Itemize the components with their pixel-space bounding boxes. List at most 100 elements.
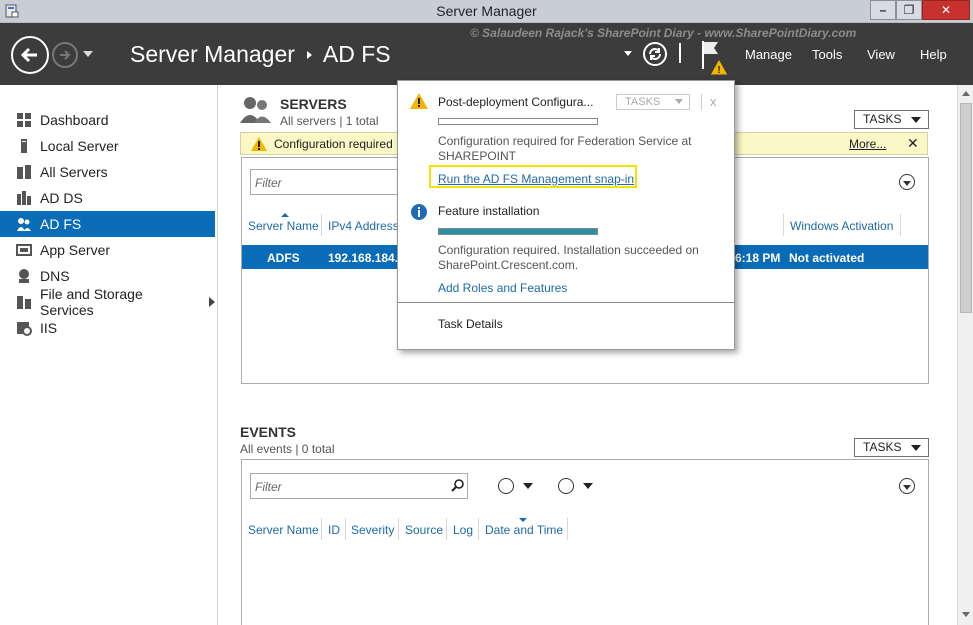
arrow-left-icon xyxy=(20,47,37,63)
popup-tasks-button[interactable]: TASKS xyxy=(616,94,690,110)
sidebar-item-dashboard[interactable]: Dashboard xyxy=(0,107,215,133)
storage-icon xyxy=(16,294,32,310)
breadcrumb: Server Manager AD FS xyxy=(130,41,391,68)
breadcrumb-root[interactable]: Server Manager xyxy=(130,41,295,68)
servers-title: SERVERS xyxy=(280,96,347,112)
chevron-down-icon xyxy=(675,99,683,104)
watermark: © Salaudeen Rajack's SharePoint Diary - … xyxy=(470,26,857,40)
iis-icon xyxy=(16,320,32,336)
servers-expand-icon[interactable] xyxy=(899,174,915,190)
title-bar: Server Manager – ❐ ✕ xyxy=(0,0,973,23)
feature-installation-title: Feature installation xyxy=(438,204,540,218)
dismiss-warning-button[interactable]: ✕ xyxy=(907,135,919,152)
feature-installation-progress xyxy=(438,228,598,235)
warning-icon xyxy=(410,93,428,109)
more-link[interactable]: More... xyxy=(849,137,886,151)
menu-view[interactable]: View xyxy=(867,47,895,62)
post-deployment-title: Post-deployment Configura... xyxy=(438,95,594,109)
popup-close-button[interactable]: x xyxy=(710,94,717,109)
sidebar-item-label: File and Storage Services xyxy=(40,286,143,318)
arrow-right-icon xyxy=(60,50,71,60)
sidebar-item-app-server[interactable]: App Server xyxy=(0,237,215,263)
column-server-name[interactable]: Server Name xyxy=(248,523,319,537)
task-details-link[interactable]: Task Details xyxy=(438,317,503,331)
breadcrumb-current: AD FS xyxy=(322,41,391,67)
feature-installation-text: Configuration required. Installation suc… xyxy=(438,243,699,272)
sidebar-item-all-servers[interactable]: All Servers xyxy=(0,159,215,185)
back-button[interactable] xyxy=(11,36,49,74)
chevron-right-icon[interactable] xyxy=(209,297,215,307)
scroll-thumb[interactable] xyxy=(960,103,972,313)
servers-tasks-button[interactable]: TASKS xyxy=(854,110,929,129)
column-log[interactable]: Log xyxy=(453,523,473,537)
scroll-down-icon[interactable] xyxy=(962,612,970,617)
column-divider xyxy=(345,518,346,540)
column-date-time[interactable]: Date and Time xyxy=(485,523,563,537)
column-divider xyxy=(398,518,399,540)
column-divider xyxy=(446,518,447,540)
cell-ipv4: 192.168.184.1 xyxy=(328,251,405,265)
server-icon xyxy=(16,138,32,154)
tasks-label: TASKS xyxy=(863,440,902,454)
app-server-icon xyxy=(16,242,32,258)
menu-help[interactable]: Help xyxy=(920,47,947,62)
column-ipv4[interactable]: IPv4 Address xyxy=(328,219,399,233)
column-divider xyxy=(478,518,479,540)
close-button[interactable]: ✕ xyxy=(922,0,970,20)
sidebar-item-local-server[interactable]: Local Server xyxy=(0,133,215,159)
list-view-icon[interactable] xyxy=(498,478,514,494)
events-expand-icon[interactable] xyxy=(899,478,915,494)
list-view-dropdown-icon[interactable] xyxy=(523,483,533,489)
servers-subtitle: All servers | 1 total xyxy=(280,114,379,128)
menu-manage[interactable]: Manage xyxy=(745,47,792,62)
column-windows-activation[interactable]: Windows Activation xyxy=(790,219,893,233)
minimize-button[interactable]: – xyxy=(870,0,896,20)
post-deployment-text: Configuration required for Federation Se… xyxy=(438,134,692,163)
column-divider xyxy=(567,518,568,540)
sidebar-item-iis[interactable]: IIS xyxy=(0,315,215,341)
popup-divider xyxy=(701,94,702,110)
column-severity[interactable]: Severity xyxy=(351,523,394,537)
forward-button[interactable] xyxy=(52,42,78,68)
sidebar-item-ad-ds[interactable]: AD DS xyxy=(0,185,215,211)
cell-activation: Not activated xyxy=(789,251,865,265)
dns-icon xyxy=(16,268,32,284)
sidebar-item-ad-fs[interactable]: AD FS xyxy=(0,211,215,237)
sort-descending-icon xyxy=(519,518,527,522)
sidebar-item-label: IIS xyxy=(40,320,58,336)
sidebar-item-file-storage[interactable]: File and Storage Services xyxy=(0,286,215,318)
events-filter-input[interactable]: Filter xyxy=(250,473,468,499)
sidebar-divider xyxy=(217,85,218,625)
refresh-icon[interactable] xyxy=(642,41,668,67)
dashboard-icon xyxy=(16,112,32,128)
add-roles-features-link[interactable]: Add Roles and Features xyxy=(438,281,567,295)
sidebar-item-label: All Servers xyxy=(40,164,108,180)
header-bar: Server Manager AD FS © Salaudeen Rajack'… xyxy=(0,23,973,85)
tasks-label: TASKS xyxy=(625,96,661,108)
sidebar-item-label: AD FS xyxy=(40,216,82,232)
servers-section-icon xyxy=(240,97,271,123)
column-id[interactable]: ID xyxy=(328,523,340,537)
run-adfs-snapin-link[interactable]: Run the AD FS Management snap-in xyxy=(438,172,634,186)
notifications-flag-icon[interactable]: ! xyxy=(700,39,730,77)
history-dropdown-icon[interactable] xyxy=(83,51,93,57)
sidebar: Dashboard Local Server All Servers AD DS… xyxy=(0,85,215,625)
scroll-up-icon[interactable] xyxy=(962,91,970,96)
events-tasks-button[interactable]: TASKS xyxy=(854,438,929,457)
save-query-icon[interactable] xyxy=(558,478,574,494)
sort-ascending-icon xyxy=(281,213,289,217)
save-query-dropdown-icon[interactable] xyxy=(583,483,593,489)
search-icon[interactable] xyxy=(451,479,465,493)
cell-server-name: ADFS xyxy=(267,251,300,265)
servers-filter-input[interactable]: Filter xyxy=(250,169,400,195)
info-icon xyxy=(411,204,427,220)
menu-tools[interactable]: Tools xyxy=(812,47,842,62)
column-source[interactable]: Source xyxy=(405,523,443,537)
events-title: EVENTS xyxy=(240,424,297,440)
main-scrollbar[interactable] xyxy=(957,85,973,625)
popup-divider xyxy=(398,302,734,303)
refresh-dropdown-icon[interactable] xyxy=(624,51,632,56)
column-server-name[interactable]: Server Name xyxy=(248,219,319,233)
maximize-button[interactable]: ❐ xyxy=(896,0,922,20)
cell-time: 6:18 PM xyxy=(735,251,781,265)
